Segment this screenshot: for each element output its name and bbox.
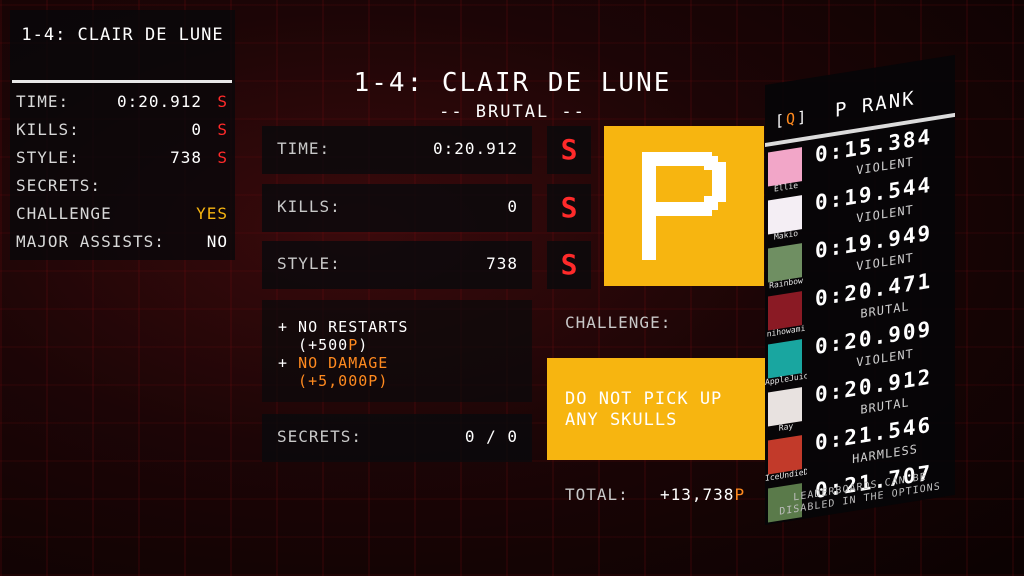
level-summary-panel: 1-4: CLAIR DE LUNE TIME: 0:20.912 S KILL…: [10, 10, 235, 260]
summary-label: TIME:: [16, 92, 70, 111]
summary-value: 738: [170, 148, 202, 167]
p-letter: P: [734, 485, 746, 504]
time-label: TIME:: [277, 139, 331, 158]
time-stat: TIME: 0:20.912: [262, 126, 532, 174]
summary-row-secrets: SECRETS:: [16, 176, 228, 200]
summary-value: NO: [206, 232, 228, 251]
bonus-points-text: (+5,000: [278, 372, 369, 390]
summary-label: KILLS:: [16, 120, 80, 139]
secrets-label: SECRETS:: [277, 427, 363, 446]
kills-label: KILLS:: [277, 197, 341, 216]
summary-row-major-assists: MAJOR ASSISTS: NO: [16, 232, 228, 256]
style-value: 738: [486, 254, 518, 273]
bonus-list: + NO RESTARTS (+500P) + NO DAMAGE (+5,00…: [262, 300, 532, 402]
summary-label: SECRETS:: [16, 176, 102, 195]
difficulty-label: -- BRUTAL --: [439, 102, 586, 122]
bonus-points-close: ): [378, 372, 389, 390]
bonus-no-restarts: + NO RESTARTS: [278, 318, 409, 336]
secrets-stat: SECRETS: 0 / 0: [262, 414, 532, 462]
challenge-text-line2: ANY SKULLS: [565, 410, 678, 430]
summary-row-kills: KILLS: 0 S: [16, 120, 228, 144]
summary-row-time: TIME: 0:20.912 S: [16, 92, 228, 116]
kills-rank: S: [547, 184, 591, 232]
p-rank-icon: [642, 152, 726, 260]
key-bracket: [: [775, 110, 787, 131]
p-letter: P: [368, 372, 379, 390]
bonus-no-damage-points: (+5,000P): [278, 372, 388, 390]
key-letter: Q: [786, 108, 798, 129]
style-stat: STYLE: 738: [262, 241, 532, 289]
kills-value: 0: [507, 197, 518, 216]
total-value: +13,738P: [660, 485, 745, 504]
summary-label: STYLE:: [16, 148, 80, 167]
challenge-text-line1: DO NOT PICK UP: [565, 389, 723, 409]
p-letter: P: [348, 336, 359, 354]
summary-value: YES: [196, 204, 228, 223]
bonus-no-damage: + NO DAMAGE: [278, 354, 388, 372]
time-value: 0:20.912: [432, 139, 518, 158]
time-rank: S: [547, 126, 591, 174]
key-bracket: ]: [797, 107, 809, 127]
total-number: +13,738: [660, 485, 735, 504]
challenge-label: CHALLENGE:: [565, 313, 672, 332]
bonus-points-close: ): [358, 336, 369, 354]
summary-rank: S: [217, 120, 228, 139]
bonus-no-damage-label: NO DAMAGE: [298, 354, 389, 372]
leaderboard-title: P RANK: [834, 87, 916, 122]
summary-title: 1-4: CLAIR DE LUNE: [21, 25, 224, 45]
summary-value: 0:20.912: [116, 92, 202, 111]
summary-label: CHALLENGE: [16, 204, 112, 223]
summary-row-challenge: CHALLENGE YES: [16, 204, 228, 228]
toggle-key-hint[interactable]: [Q]: [775, 107, 808, 130]
leaderboard-panel[interactable]: [Q] P RANK Ellie 0:15.384 VIOLENT Makio 0:19…: [765, 54, 955, 526]
total-label: TOTAL:: [565, 485, 629, 504]
leaderboard-list: Ellie 0:15.384 VIOLENT Makio 0:19.544 VIOLENT…: [765, 55, 955, 523]
challenge-box: DO NOT PICK UP ANY SKULLS: [547, 358, 765, 460]
summary-row-style: STYLE: 738 S: [16, 148, 228, 172]
summary-rank: S: [217, 92, 228, 111]
style-rank: S: [547, 241, 591, 289]
bonus-no-restarts-points: (+500P): [278, 336, 368, 354]
level-title: 1-4: CLAIR DE LUNE: [353, 68, 672, 98]
kills-stat: KILLS: 0: [262, 184, 532, 232]
bonus-points-text: (+500: [278, 336, 349, 354]
summary-label: MAJOR ASSISTS:: [16, 232, 165, 251]
style-label: STYLE:: [277, 254, 341, 273]
bonus-prefix: +: [278, 354, 299, 372]
summary-divider: [12, 80, 232, 83]
final-rank-badge: P: [604, 126, 764, 286]
summary-rank: S: [217, 148, 228, 167]
summary-value: 0: [191, 120, 202, 139]
secrets-value: 0 / 0: [464, 427, 518, 446]
